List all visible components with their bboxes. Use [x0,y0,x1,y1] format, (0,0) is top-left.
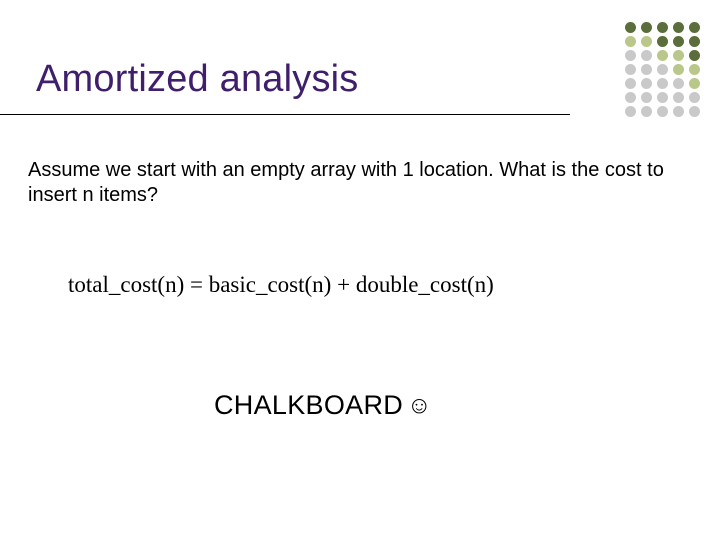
dots-row [570,92,700,103]
dot-icon [673,22,684,33]
dot-icon [625,64,636,75]
dots-row [570,64,700,75]
dot-icon [641,78,652,89]
body-text: Assume we start with an empty array with… [28,158,678,208]
dot-icon [657,92,668,103]
dot-icon [689,36,700,47]
dot-icon [673,50,684,61]
dot-icon [673,36,684,47]
dot-icon [641,92,652,103]
dot-icon [641,106,652,117]
dot-icon [673,78,684,89]
dot-icon [689,92,700,103]
dot-icon [625,78,636,89]
dot-icon [673,106,684,117]
smiley-icon: ☺ [407,392,432,420]
dot-icon [625,36,636,47]
slide: Amortized analysis Assume we start with … [0,0,720,540]
dot-icon [657,22,668,33]
chalkboard-label: CHALKBOARD [214,390,403,420]
dots-row [570,50,700,61]
dot-icon [673,92,684,103]
dot-icon [641,64,652,75]
dot-icon [673,64,684,75]
decorative-dots [570,22,700,117]
dot-icon [689,22,700,33]
dots-row [570,106,700,117]
dot-icon [657,106,668,117]
title-underline [0,114,570,115]
dot-icon [625,106,636,117]
dot-icon [689,64,700,75]
dot-icon [657,78,668,89]
dot-icon [689,106,700,117]
dot-icon [641,22,652,33]
dots-row [570,36,700,47]
dot-icon [657,36,668,47]
dot-icon [657,64,668,75]
dot-icon [641,50,652,61]
dot-icon [657,50,668,61]
dot-icon [625,92,636,103]
dot-icon [625,50,636,61]
chalkboard-text: CHALKBOARD☺ [214,390,432,421]
dot-icon [689,78,700,89]
dot-icon [641,36,652,47]
dots-row [570,22,700,33]
equation-text: total_cost(n) = basic_cost(n) + double_c… [68,272,494,298]
dots-row [570,78,700,89]
dot-icon [689,50,700,61]
dot-icon [625,22,636,33]
slide-title: Amortized analysis [36,58,359,101]
